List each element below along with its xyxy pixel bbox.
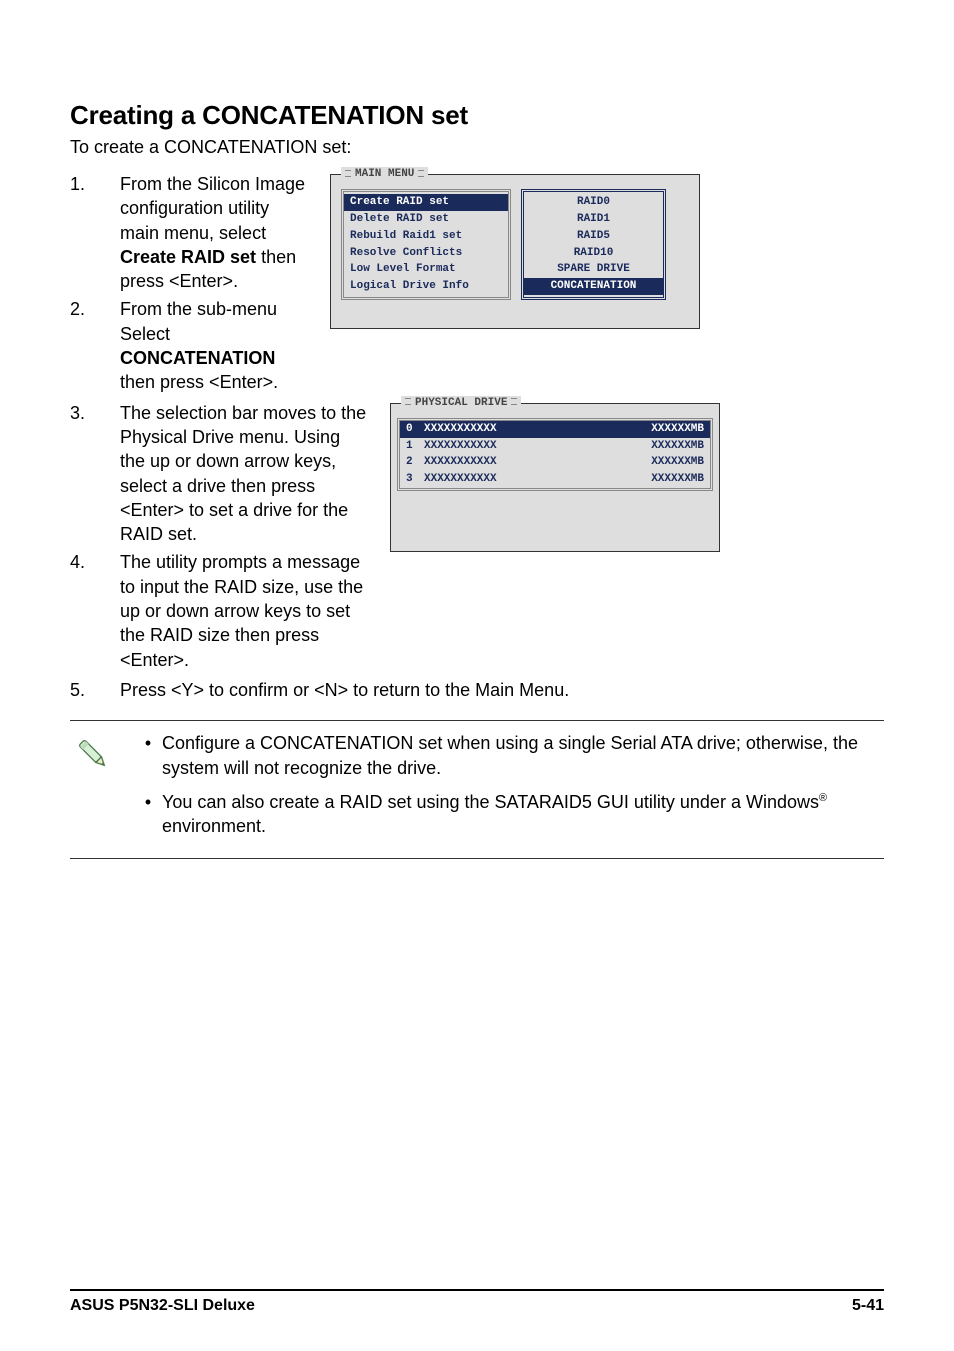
note-text-part: You can also create a RAID set using the…: [162, 792, 819, 812]
drive-index: 1: [406, 439, 424, 454]
note-text: Configure a CONCATENATION set when using…: [162, 731, 884, 780]
step-number: 2.: [70, 297, 120, 394]
step-number: 4.: [70, 550, 120, 671]
raid-type-raid0[interactable]: RAID0: [524, 194, 663, 211]
drive-size: XXXXXXMB: [624, 455, 704, 470]
raid-type-raid5[interactable]: RAID5: [524, 228, 663, 245]
main-menu-left-list: Create RAID set Delete RAID set Rebuild …: [341, 189, 511, 300]
drive-index: 3: [406, 472, 424, 487]
note-list: • Configure a CONCATENATION set when usi…: [134, 731, 884, 848]
drive-name: XXXXXXXXXXX: [424, 472, 624, 487]
note-text: You can also create a RAID set using the…: [162, 790, 884, 839]
step-number: 3.: [70, 401, 120, 547]
note-pencil-icon: [70, 731, 116, 777]
intro-text: To create a CONCATENATION set:: [70, 137, 884, 158]
raid-type-spare-drive[interactable]: SPARE DRIVE: [524, 261, 663, 278]
physical-drive-row[interactable]: 1 XXXXXXXXXXX XXXXXXMB: [400, 438, 710, 455]
note-item: • Configure a CONCATENATION set when usi…: [134, 731, 884, 780]
step-body: From the Silicon Image configuration uti…: [120, 172, 310, 293]
drive-index: 0: [406, 422, 424, 437]
footer-product: ASUS P5N32-SLI Deluxe: [70, 1297, 255, 1315]
step-bold: Create RAID set: [120, 247, 256, 267]
main-menu-right-list: RAID0 RAID1 RAID5 RAID10 SPARE DRIVE CON…: [521, 189, 666, 300]
note-item: • You can also create a RAID set using t…: [134, 790, 884, 839]
drive-size: XXXXXXMB: [624, 472, 704, 487]
physical-drive-panel: PHYSICAL DRIVE 0 XXXXXXXXXXX XXXXXXMB 1 …: [390, 403, 720, 552]
menu-item-rebuild-raid1-set[interactable]: Rebuild Raid1 set: [344, 228, 508, 245]
drive-name: XXXXXXXXXXX: [424, 422, 624, 437]
drive-index: 2: [406, 455, 424, 470]
footer-page-number: 5-41: [852, 1297, 884, 1315]
step-body: The utility prompts a message to input t…: [120, 550, 370, 671]
main-menu-panel: MAIN MENU Create RAID set Delete RAID se…: [330, 174, 700, 329]
drive-name: XXXXXXXXXXX: [424, 439, 624, 454]
panel-title: PHYSICAL DRIVE: [401, 396, 521, 411]
drive-size: XXXXXXMB: [624, 422, 704, 437]
step-body: From the sub-menu Select CONCATENATION t…: [120, 297, 310, 394]
step-1-2: 1. From the Silicon Image configuration …: [70, 172, 884, 395]
note-text-part: environment.: [162, 816, 266, 836]
menu-item-logical-drive-info[interactable]: Logical Drive Info: [344, 278, 508, 295]
step-text: From the sub-menu Select: [120, 299, 277, 343]
physical-drive-row[interactable]: 3 XXXXXXXXXXX XXXXXXMB: [400, 471, 710, 488]
menu-item-create-raid-set[interactable]: Create RAID set: [344, 194, 508, 211]
drive-name: XXXXXXXXXXX: [424, 455, 624, 470]
raid-type-raid10[interactable]: RAID10: [524, 245, 663, 262]
step-number: 1.: [70, 172, 120, 293]
menu-item-delete-raid-set[interactable]: Delete RAID set: [344, 211, 508, 228]
physical-drive-row[interactable]: 2 XXXXXXXXXXX XXXXXXMB: [400, 454, 710, 471]
step-text: From the Silicon Image configuration uti…: [120, 174, 305, 243]
step-text: then press <Enter>.: [120, 372, 278, 392]
registered-mark: ®: [819, 792, 827, 804]
raid-type-concatenation[interactable]: CONCATENATION: [524, 278, 663, 295]
drive-size: XXXXXXMB: [624, 439, 704, 454]
section-heading: Creating a CONCATENATION set: [70, 100, 884, 131]
menu-item-low-level-format[interactable]: Low Level Format: [344, 261, 508, 278]
steps-list: 1. From the Silicon Image configuration …: [70, 172, 884, 702]
raid-type-raid1[interactable]: RAID1: [524, 211, 663, 228]
bullet-icon: •: [134, 790, 162, 839]
physical-drive-row[interactable]: 0 XXXXXXXXXXX XXXXXXMB: [400, 421, 710, 438]
step-body: The selection bar moves to the Physical …: [120, 401, 370, 547]
step-5: 5. Press <Y> to confirm or <N> to return…: [70, 678, 884, 702]
step-3-4: 3. The selection bar moves to the Physic…: [70, 401, 884, 672]
step-body: Press <Y> to confirm or <N> to return to…: [120, 678, 884, 702]
step-number: 5.: [70, 678, 120, 702]
page-footer: ASUS P5N32-SLI Deluxe 5-41: [70, 1289, 884, 1315]
step-bold: CONCATENATION: [120, 348, 275, 368]
note-box: • Configure a CONCATENATION set when usi…: [70, 720, 884, 859]
panel-title: MAIN MENU: [341, 167, 428, 182]
menu-item-resolve-conflicts[interactable]: Resolve Conflicts: [344, 245, 508, 262]
bullet-icon: •: [134, 731, 162, 780]
